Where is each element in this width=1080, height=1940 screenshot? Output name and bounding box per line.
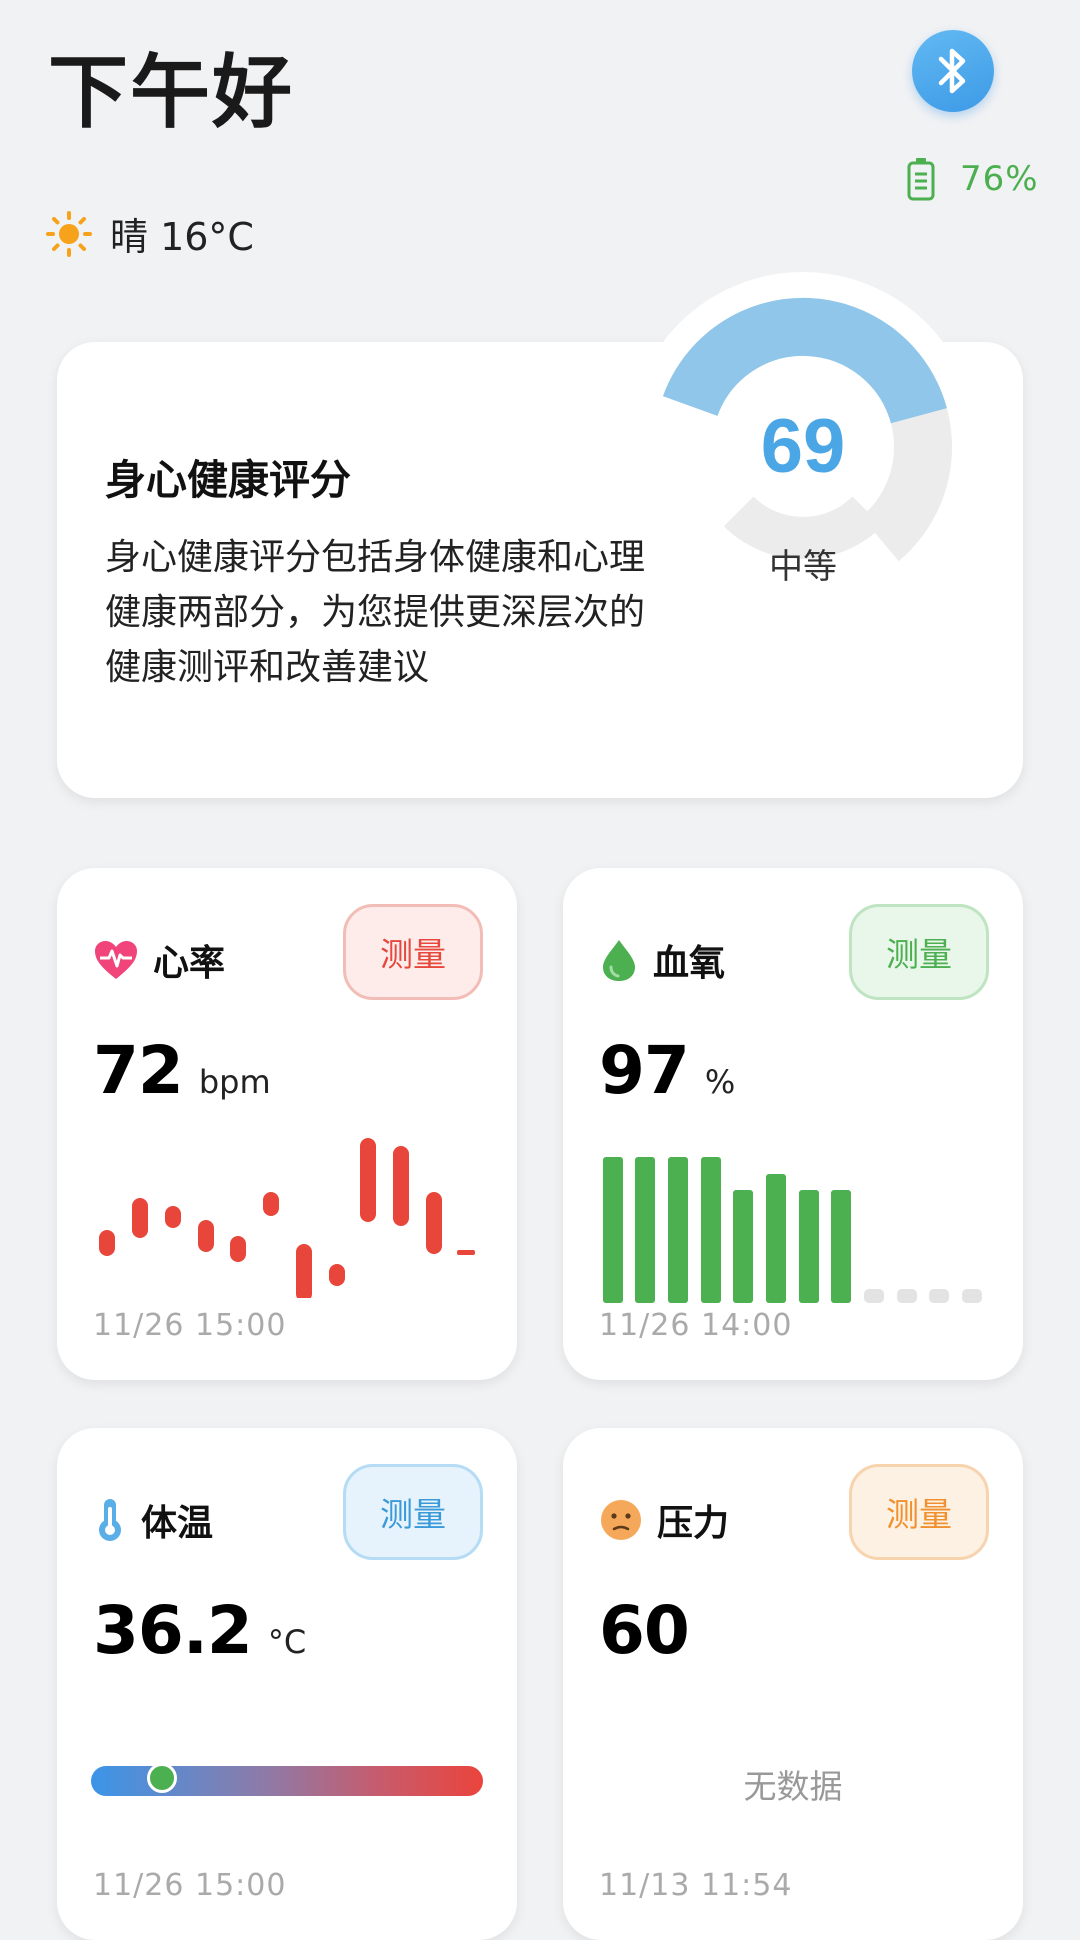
heart-rate-label: 心率 <box>153 943 226 984</box>
spo2-bar <box>701 1157 721 1303</box>
spo2-empty-bar <box>897 1289 917 1303</box>
stress-value: 60 <box>599 1592 690 1669</box>
hr-bar <box>165 1206 181 1228</box>
score-description: 身心健康评分包括身体健康和心理健康两部分，为您提供更深层次的健康测评和改善建议 <box>105 537 646 688</box>
hr-bar <box>457 1250 475 1255</box>
stress-card[interactable]: 压力 测量 60 无数据 11/13 11:54 <box>563 1428 1023 1940</box>
spo2-bar <box>635 1157 655 1303</box>
heart-rate-time: 11/26 15:00 <box>93 1308 287 1343</box>
heart-rate-value: 72 <box>93 1032 184 1109</box>
stress-time: 11/13 11:54 <box>599 1868 793 1903</box>
hr-bar <box>393 1146 409 1226</box>
spo2-bar <box>799 1190 819 1303</box>
stress-measure-button[interactable]: 测量 <box>849 1464 989 1560</box>
temperature-indicator <box>146 1763 177 1793</box>
spo2-bar <box>668 1157 688 1303</box>
spo2-bar <box>831 1190 851 1303</box>
body-temp-card[interactable]: 体温 测量 36.2 °C 11/26 15:00 <box>57 1428 517 1940</box>
hr-bar <box>198 1220 214 1252</box>
blood-oxygen-card[interactable]: 血氧 测量 97 % 11/26 14:00 <box>563 868 1023 1380</box>
heart-rate-measure-button[interactable]: 测量 <box>343 904 483 1000</box>
blood-oxygen-value: 97 <box>599 1032 690 1109</box>
hr-bar <box>296 1244 312 1298</box>
score-gauge: 69 中等 <box>628 272 978 622</box>
neutral-face-icon <box>601 1500 641 1540</box>
stress-no-data: 无数据 <box>743 1767 843 1806</box>
thermometer-icon <box>99 1499 121 1541</box>
heart-rate-unit: bpm <box>198 1063 271 1101</box>
battery-status: 76% <box>906 156 1039 202</box>
hr-bar <box>99 1230 115 1256</box>
body-temp-time: 11/26 15:00 <box>93 1868 287 1903</box>
sun-icon <box>46 210 92 257</box>
hr-bar <box>426 1192 442 1254</box>
heart-rate-card[interactable]: 心率 测量 72 bpm 11/26 15:00 <box>57 868 517 1380</box>
blood-oxygen-label: 血氧 <box>653 943 726 984</box>
temperature-range-bar <box>91 1763 483 1796</box>
body-temp-measure-button[interactable]: 测量 <box>343 1464 483 1560</box>
greeting: 下午好 <box>48 46 294 139</box>
spo2-empty-bar <box>962 1289 982 1303</box>
spo2-bar <box>766 1174 786 1303</box>
score-title: 身心健康评分 <box>105 456 351 504</box>
hr-bar <box>230 1236 246 1262</box>
weather-text: 晴 16°C <box>110 215 254 259</box>
stress-label: 压力 <box>657 1503 730 1544</box>
score-level: 中等 <box>769 547 837 587</box>
hr-bar <box>360 1138 376 1222</box>
heart-icon <box>95 941 137 979</box>
blood-oxygen-unit: % <box>704 1063 736 1101</box>
battery-percent: 76% <box>960 159 1039 199</box>
blood-oxygen-sparkline <box>603 1157 982 1303</box>
score-value: 69 <box>761 404 846 489</box>
battery-icon <box>907 158 935 201</box>
bluetooth-button[interactable] <box>912 30 994 112</box>
heart-rate-sparkline <box>99 1138 475 1298</box>
blood-oxygen-measure-button[interactable]: 测量 <box>849 904 989 1000</box>
spo2-bar <box>733 1190 753 1303</box>
blood-oxygen-time: 11/26 14:00 <box>599 1308 793 1343</box>
hr-bar <box>132 1198 148 1238</box>
body-temp-unit: °C <box>267 1623 307 1661</box>
spo2-bar <box>603 1157 623 1303</box>
bluetooth-icon <box>938 48 966 94</box>
spo2-empty-bar <box>864 1289 884 1303</box>
hr-bar <box>329 1264 345 1286</box>
body-temp-value: 36.2 <box>93 1592 253 1669</box>
hr-bar <box>263 1192 279 1216</box>
weather: 晴 16°C <box>46 206 254 261</box>
water-drop-icon <box>603 940 635 981</box>
body-temp-label: 体温 <box>141 1503 214 1544</box>
spo2-empty-bar <box>929 1289 949 1303</box>
